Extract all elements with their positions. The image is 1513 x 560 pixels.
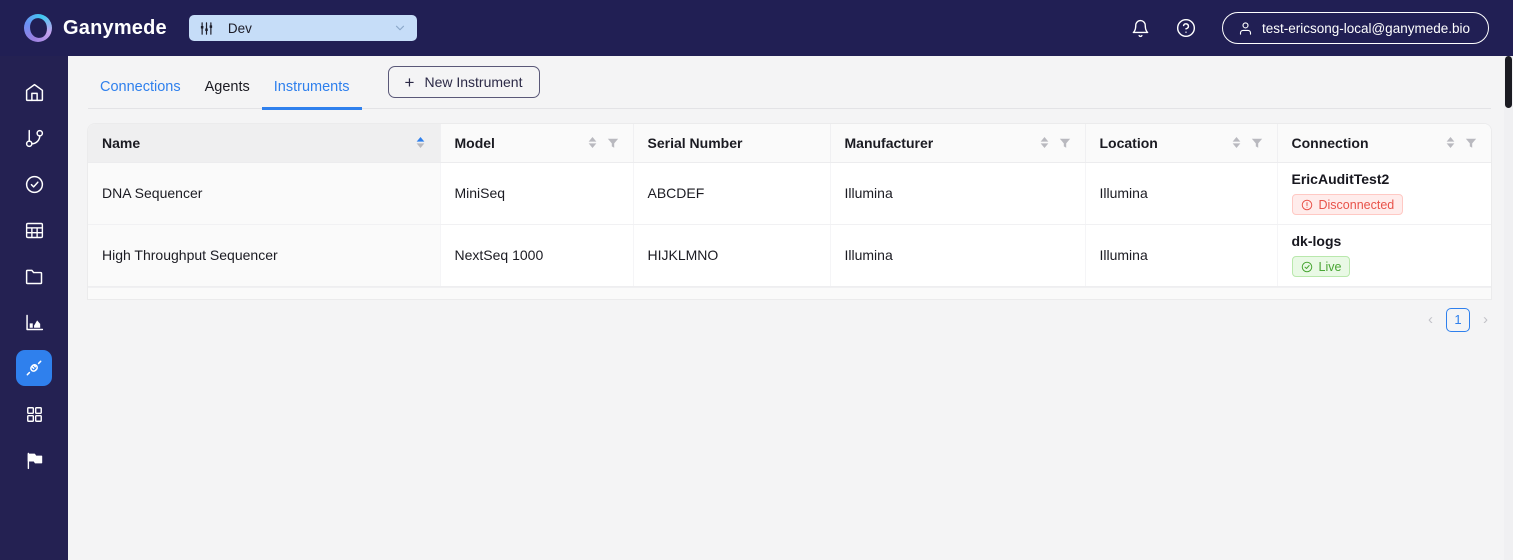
tab-instruments[interactable]: Instruments [261, 56, 362, 110]
column-label: Serial Number [647, 134, 743, 151]
cell-serial-number: HIJKLMNO [633, 224, 831, 287]
user-email: test-ericsong-local@ganymede.bio [1261, 20, 1470, 36]
table-footer [88, 286, 1491, 299]
help-button[interactable] [1176, 18, 1196, 38]
table-grid-icon [24, 220, 45, 241]
instruments-table-container: Name Model Serial Number Manufacturer Lo… [88, 124, 1491, 299]
cell-manufacturer: Illumina [830, 162, 1086, 225]
table-row[interactable]: High Throughput Sequencer NextSeq 1000 H… [88, 224, 1491, 287]
flag-icon [24, 450, 45, 471]
sliders-icon [199, 21, 214, 36]
status-badge: Live [1291, 256, 1351, 277]
top-bar: Ganymede Dev test-ericsong-local@ganymed… [0, 0, 1513, 56]
connection-name[interactable]: EricAuditTest2 [1292, 171, 1478, 187]
column-label: Name [102, 134, 141, 151]
sidebar-item-flags[interactable] [16, 442, 52, 478]
status-label: Disconnected [1318, 197, 1395, 212]
sidebar-item-flows[interactable] [16, 120, 52, 156]
filter-icon[interactable] [1251, 137, 1263, 149]
sort-icon[interactable] [1231, 135, 1242, 150]
ganymede-logo-icon [24, 14, 52, 42]
user-account-button[interactable]: test-ericsong-local@ganymede.bio [1221, 12, 1489, 44]
scrollbar-thumb[interactable] [1505, 56, 1512, 108]
sort-icon[interactable] [587, 135, 598, 150]
column-header-model[interactable]: Model [440, 124, 634, 163]
brand[interactable]: Ganymede [24, 14, 167, 42]
apps-grid-icon [25, 405, 44, 424]
sort-icon[interactable] [1445, 135, 1456, 150]
brand-name: Ganymede [63, 16, 167, 39]
check-circle-icon [1301, 261, 1313, 273]
column-header-manufacturer[interactable]: Manufacturer [830, 124, 1086, 163]
tab-agents[interactable]: Agents [193, 56, 262, 109]
pagination-next-button[interactable]: › [1480, 311, 1491, 328]
sidebar-item-files[interactable] [16, 258, 52, 294]
instruments-table: Name Model Serial Number Manufacturer Lo… [88, 124, 1491, 287]
cell-connection: EricAuditTest2 Disconnected [1277, 162, 1491, 225]
sidebar-item-tables[interactable] [16, 212, 52, 248]
environment-selector[interactable]: Dev [188, 15, 417, 41]
top-bar-actions: test-ericsong-local@ganymede.bio [1131, 0, 1489, 56]
main-content: Connections Agents Instruments + New Ins… [68, 56, 1513, 560]
cell-name: DNA Sequencer [88, 162, 441, 225]
environment-value: Dev [227, 20, 252, 36]
cell-manufacturer: Illumina [830, 224, 1086, 287]
sidebar [0, 56, 68, 560]
filter-icon[interactable] [1059, 137, 1071, 149]
table-header-row: Name Model Serial Number Manufacturer Lo… [88, 124, 1491, 163]
cell-model: NextSeq 1000 [440, 224, 634, 287]
column-header-connection[interactable]: Connection [1277, 124, 1491, 163]
column-header-location[interactable]: Location [1085, 124, 1278, 163]
filter-icon[interactable] [607, 137, 619, 149]
plus-icon: + [404, 72, 415, 92]
home-icon [24, 82, 45, 103]
chevron-down-icon [393, 21, 407, 35]
sidebar-item-runs[interactable] [16, 166, 52, 202]
cell-connection: dk-logs Live [1277, 224, 1491, 287]
column-label: Model [454, 134, 495, 151]
cell-location: Illumina [1085, 224, 1278, 287]
sort-icon[interactable] [1039, 135, 1050, 150]
pagination: ‹ 1 › [68, 307, 1491, 332]
filter-icon[interactable] [1465, 137, 1477, 149]
sidebar-item-apps[interactable] [16, 396, 52, 432]
connection-name[interactable]: dk-logs [1292, 233, 1478, 249]
git-branch-icon [24, 128, 45, 149]
column-header-serial-number[interactable]: Serial Number [633, 124, 831, 163]
tab-connections[interactable]: Connections [88, 56, 193, 109]
new-instrument-button[interactable]: + New Instrument [387, 66, 540, 98]
pagination-prev-button[interactable]: ‹ [1425, 311, 1436, 328]
sort-asc-active-icon[interactable] [415, 135, 426, 150]
pagination-page-1[interactable]: 1 [1446, 307, 1470, 332]
check-circle-icon [24, 174, 45, 195]
column-header-name[interactable]: Name [88, 124, 441, 163]
folder-icon [24, 266, 45, 287]
tab-bar: Connections Agents Instruments + New Ins… [88, 56, 1491, 110]
help-circle-icon [1176, 18, 1196, 38]
status-label: Live [1318, 259, 1342, 274]
sidebar-item-analytics[interactable] [16, 304, 52, 340]
bell-icon [1131, 19, 1150, 38]
column-label: Connection [1291, 134, 1369, 151]
status-badge: Disconnected [1291, 194, 1404, 215]
cell-serial-number: ABCDEF [633, 162, 831, 225]
new-instrument-label: New Instrument [424, 74, 523, 90]
cell-model: MiniSeq [440, 162, 634, 225]
cell-location: Illumina [1085, 162, 1278, 225]
table-header: Name Model Serial Number Manufacturer Lo… [88, 124, 1491, 163]
alert-circle-icon [1301, 199, 1313, 211]
notifications-button[interactable] [1131, 19, 1150, 38]
cell-name: High Throughput Sequencer [88, 224, 441, 287]
page-scrollbar[interactable] [1504, 56, 1513, 560]
column-label: Location [1099, 134, 1158, 151]
column-label: Manufacturer [844, 134, 934, 151]
user-icon [1238, 21, 1253, 36]
bar-chart-icon [24, 312, 45, 333]
sidebar-item-home[interactable] [16, 74, 52, 110]
table-body: DNA Sequencer MiniSeq ABCDEF Illumina Il… [88, 162, 1491, 287]
plug-icon [24, 358, 44, 378]
table-row[interactable]: DNA Sequencer MiniSeq ABCDEF Illumina Il… [88, 162, 1491, 225]
sidebar-item-connections[interactable] [16, 350, 52, 386]
app-root: Ganymede Dev test-ericsong-local@ganymed… [0, 0, 1513, 560]
